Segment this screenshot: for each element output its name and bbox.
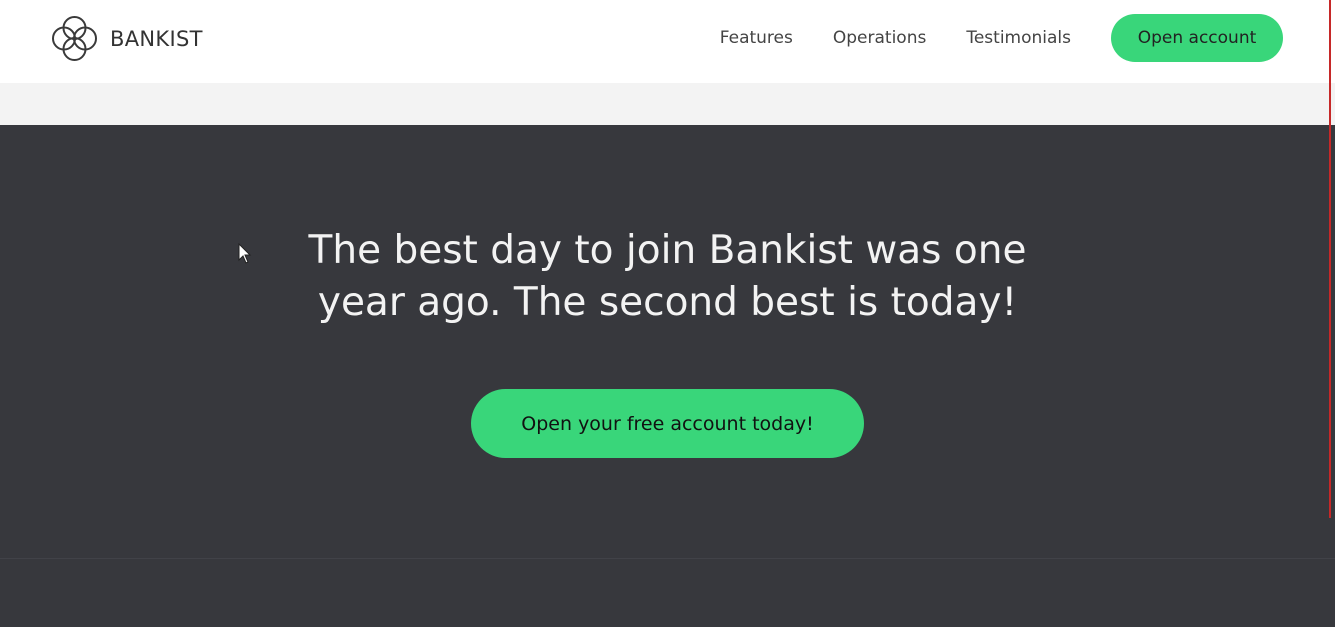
page-edge-marker (1329, 0, 1331, 518)
nav-link-testimonials[interactable]: Testimonials (966, 28, 1071, 48)
open-free-account-button[interactable]: Open your free account today! (471, 389, 864, 458)
nav-link-features[interactable]: Features (720, 28, 793, 48)
signup-title: The best day to join Bankist was one yea… (0, 225, 1335, 329)
four-rings-logo-icon (52, 16, 97, 61)
section-gap-strip (0, 83, 1335, 125)
signup-section: The best day to join Bankist was one yea… (0, 125, 1335, 558)
brand-logo[interactable]: BANKIST (52, 16, 203, 61)
signup-title-line-2: year ago. The second best is today! (317, 280, 1018, 325)
mouse-cursor-icon (238, 243, 252, 264)
nav-links: Features Operations Testimonials Open ac… (720, 14, 1283, 62)
open-account-button[interactable]: Open account (1111, 14, 1283, 62)
signup-title-line-1: The best day to join Bankist was one (308, 228, 1027, 273)
top-navigation: BANKIST Features Operations Testimonials… (0, 0, 1335, 83)
nav-link-operations[interactable]: Operations (833, 28, 926, 48)
footer (0, 559, 1335, 627)
brand-name: BANKIST (110, 26, 203, 51)
